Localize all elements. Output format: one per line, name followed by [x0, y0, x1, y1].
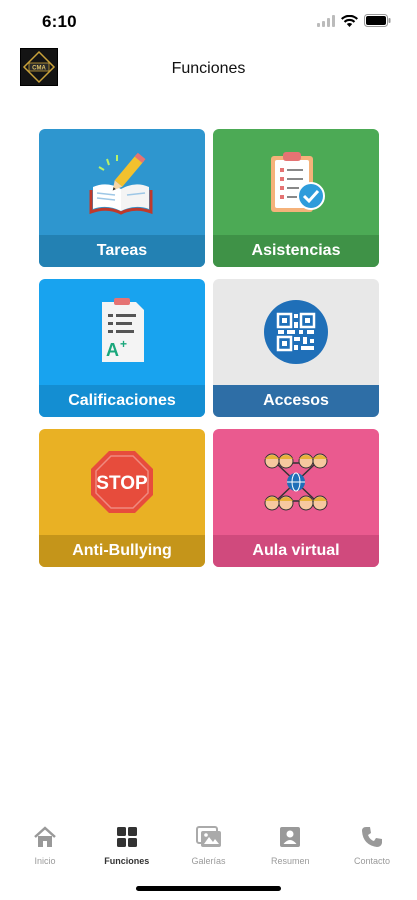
tab-label: Resumen [270, 856, 310, 866]
tab-label: Funciones [104, 856, 150, 866]
status-time: 6:10 [42, 12, 77, 31]
tile-asistencias[interactable]: Asistencias [213, 129, 379, 267]
clipboard-check-icon [271, 152, 325, 212]
phone-icon [359, 824, 385, 850]
battery-icon [364, 14, 391, 27]
tab-label: Inicio [34, 856, 56, 866]
tile-label: Calificaciones [39, 385, 205, 417]
tab-bar: Inicio Funciones Galerías Resumen Contac… [0, 818, 417, 878]
tile-aula-virtual[interactable]: Aula virtual [213, 429, 379, 567]
tab-resumen[interactable]: Resumen [255, 818, 325, 878]
stop-sign-icon: STOP [91, 451, 153, 513]
tab-label: Contacto [353, 856, 391, 866]
wifi-icon [341, 14, 358, 27]
tab-label: Galerías [191, 856, 226, 866]
home-icon [32, 824, 58, 850]
gallery-icon [195, 824, 222, 850]
header: CMA Funciones [0, 44, 417, 92]
tile-art [39, 129, 205, 235]
tile-label: Accesos [213, 385, 379, 417]
tile-art [213, 279, 379, 385]
qr-code-icon [264, 300, 328, 364]
tile-art [213, 429, 379, 535]
home-indicator [136, 886, 281, 891]
status-bar: 6:10 [0, 0, 417, 44]
tile-art [213, 129, 379, 235]
tile-anti-bullying[interactable]: STOP Anti-Bullying [39, 429, 205, 567]
tile-tareas[interactable]: Tareas [39, 129, 205, 267]
tile-label: Asistencias [213, 235, 379, 267]
book-pencil-icon [89, 152, 153, 215]
tile-label: Anti-Bullying [39, 535, 205, 567]
tab-funciones[interactable]: Funciones [92, 818, 162, 878]
status-icons [317, 14, 391, 27]
network-people-icon [264, 453, 328, 511]
tab-inicio[interactable]: Inicio [10, 818, 80, 878]
tile-accesos[interactable]: Accesos [213, 279, 379, 417]
profile-card-icon [277, 824, 303, 850]
grade-sheet-icon: A + [102, 298, 144, 362]
svg-text:A: A [106, 340, 119, 360]
page-title: Funciones [171, 60, 246, 77]
tab-galerias[interactable]: Galerías [174, 818, 244, 878]
signal-icon [317, 14, 335, 27]
tile-label: Tareas [39, 235, 205, 267]
grid-icon [114, 824, 140, 850]
tile-art: A + [39, 279, 205, 385]
svg-text:STOP: STOP [96, 473, 148, 494]
tab-contacto[interactable]: Contacto [337, 818, 407, 878]
svg-text:+: + [120, 337, 127, 351]
tile-art: STOP [39, 429, 205, 535]
tile-label: Aula virtual [213, 535, 379, 567]
tile-calificaciones[interactable]: A + Calificaciones [39, 279, 205, 417]
